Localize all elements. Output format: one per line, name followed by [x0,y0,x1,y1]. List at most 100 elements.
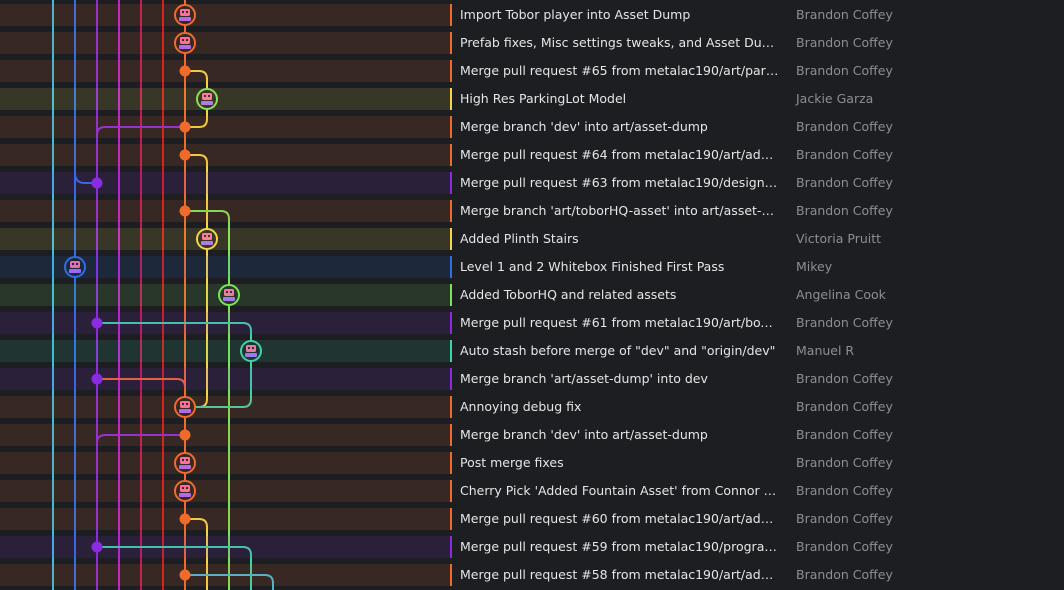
branch-color-bar [450,172,452,194]
commit-author: Brandon Coffey [796,427,893,442]
commit-list: Import Tobor player into Asset Dump Brand… [0,0,1064,590]
commit-row[interactable]: Merge pull request #61 from metalac190/a… [0,309,1064,337]
commit-message: Merge pull request #60 from metalac190/a… [460,511,780,526]
branch-color-bar [450,4,452,26]
commit-row[interactable]: Import Tobor player into Asset Dump Brand… [0,1,1064,29]
commit-row[interactable]: Cherry Pick 'Added Fountain Asset' from … [0,477,1064,505]
branch-color-bar [450,144,452,166]
commit-author: Brandon Coffey [796,63,893,78]
commit-row[interactable]: Added Plinth Stairs Victoria Pruitt [0,225,1064,253]
commit-message: Merge branch 'art/toborHQ-asset' into ar… [460,203,780,218]
branch-color-bar [450,368,452,390]
commit-message: Merge pull request #65 from metalac190/a… [460,63,780,78]
commit-message: Level 1 and 2 Whitebox Finished First Pa… [460,259,725,274]
commit-message: Merge branch 'art/asset-dump' into dev [460,371,708,386]
commit-row-highlight [0,424,450,446]
commit-message: Added Plinth Stairs [460,231,579,246]
commit-row-highlight [0,144,450,166]
commit-author: Manuel R [796,343,855,358]
commit-author: Brandon Coffey [796,511,893,526]
commit-author: Brandon Coffey [796,399,893,414]
commit-message: Post merge fixes [460,455,564,470]
branch-color-bar [450,200,452,222]
commit-row[interactable]: Merge pull request #59 from metalac190/p… [0,533,1064,561]
branch-color-bar [450,256,452,278]
branch-color-bar [450,60,452,82]
commit-row-highlight [0,4,450,26]
commit-row[interactable]: Annoying debug fix Brandon Coffey [0,393,1064,421]
branch-color-bar [450,228,452,250]
commit-message: Merge pull request #59 from metalac190/p… [460,539,780,554]
commit-author: Brandon Coffey [796,119,893,134]
commit-row[interactable]: Merge pull request #60 from metalac190/a… [0,505,1064,533]
commit-message: Annoying debug fix [460,399,582,414]
commit-row-highlight [0,116,450,138]
commit-author: Brandon Coffey [796,203,893,218]
commit-row-highlight [0,32,450,54]
commit-author: Jackie Garza [796,91,874,106]
commit-row-highlight [0,340,450,362]
commit-author: Victoria Pruitt [796,231,882,246]
branch-color-bar [450,396,452,418]
commit-author: Mikey [796,259,833,274]
commit-row-highlight [0,88,450,110]
commit-row-highlight [0,256,450,278]
commit-author: Brandon Coffey [796,315,893,330]
commit-row[interactable]: Merge branch 'art/asset-dump' into dev Br… [0,365,1064,393]
commit-row[interactable]: Merge pull request #64 from metalac190/a… [0,141,1064,169]
commit-row-highlight [0,452,450,474]
commit-row[interactable]: High Res ParkingLot Model Jackie Garza [0,85,1064,113]
commit-row[interactable]: Level 1 and 2 Whitebox Finished First Pa… [0,253,1064,281]
commit-message: Merge pull request #63 from metalac190/d… [460,175,780,190]
commit-row[interactable]: Auto stash before merge of "dev" and "or… [0,337,1064,365]
commit-row-highlight [0,312,450,334]
branch-color-bar [450,480,452,502]
commit-row-highlight [0,396,450,418]
branch-color-bar [450,116,452,138]
commit-row[interactable]: Merge branch 'art/toborHQ-asset' into ar… [0,197,1064,225]
branch-color-bar [450,536,452,558]
commit-message: Import Tobor player into Asset Dump [460,7,691,22]
commit-row[interactable]: Merge pull request #58 from metalac190/a… [0,561,1064,589]
commit-author: Brandon Coffey [796,35,893,50]
commit-row-highlight [0,508,450,530]
commit-row-highlight [0,480,450,502]
commit-message: Merge branch 'dev' into art/asset-dump [460,427,708,442]
commit-row[interactable]: Prefab fixes, Misc settings tweaks, and … [0,29,1064,57]
commit-row-highlight [0,200,450,222]
commit-message: High Res ParkingLot Model [460,91,627,106]
commit-row-highlight [0,368,450,390]
commit-message: Added ToborHQ and related assets [460,287,677,302]
commit-message: Auto stash before merge of "dev" and "or… [460,343,776,358]
commit-message: Merge pull request #64 from metalac190/a… [460,147,780,162]
branch-color-bar [450,284,452,306]
branch-color-bar [450,340,452,362]
commit-message: Merge pull request #61 from metalac190/a… [460,315,780,330]
commit-author: Brandon Coffey [796,455,893,470]
commit-row[interactable]: Post merge fixes Brandon Coffey [0,449,1064,477]
commit-row[interactable]: Merge branch 'dev' into art/asset-dump Br… [0,113,1064,141]
commit-row-highlight [0,172,450,194]
commit-row-highlight [0,564,450,586]
branch-color-bar [450,424,452,446]
commit-author: Brandon Coffey [796,7,893,22]
branch-color-bar [450,452,452,474]
commit-message: Merge pull request #58 from metalac190/a… [460,567,780,582]
commit-author: Brandon Coffey [796,483,893,498]
commit-author: Brandon Coffey [796,175,893,190]
commit-row-highlight [0,536,450,558]
branch-color-bar [450,32,452,54]
branch-color-bar [450,564,452,586]
commit-row[interactable]: Merge branch 'dev' into art/asset-dump Br… [0,421,1064,449]
branch-color-bar [450,88,452,110]
commit-row[interactable]: Added ToborHQ and related assets Angelina… [0,281,1064,309]
branch-color-bar [450,508,452,530]
commit-row-highlight [0,228,450,250]
commit-author: Brandon Coffey [796,147,893,162]
commit-author: Brandon Coffey [796,567,893,582]
branch-color-bar [450,312,452,334]
commit-row[interactable]: Merge pull request #65 from metalac190/a… [0,57,1064,85]
commit-row-highlight [0,60,450,82]
commit-row[interactable]: Merge pull request #63 from metalac190/d… [0,169,1064,197]
commit-message: Merge branch 'dev' into art/asset-dump [460,119,708,134]
